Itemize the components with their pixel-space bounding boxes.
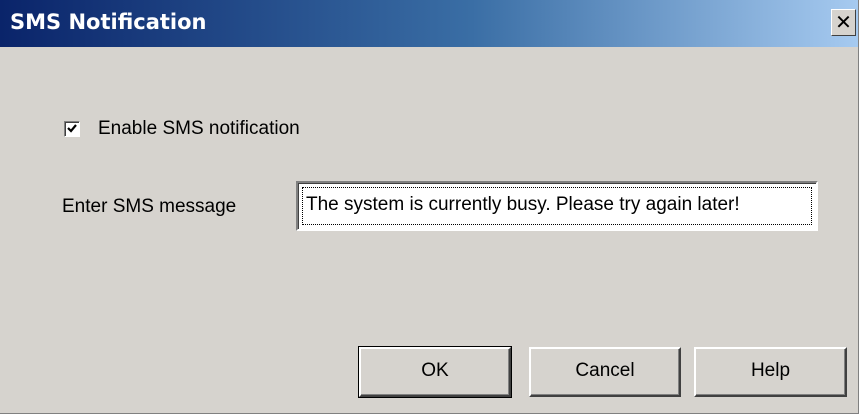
enable-sms-label: Enable SMS notification xyxy=(98,118,300,139)
cancel-button[interactable]: Cancel xyxy=(529,347,681,397)
title-bar[interactable]: SMS Notification ✕ xyxy=(0,0,858,47)
window-title: SMS Notification xyxy=(10,10,207,34)
close-icon: ✕ xyxy=(835,10,852,34)
close-button[interactable]: ✕ xyxy=(831,9,856,36)
sms-notification-dialog: SMS Notification ✕ Enable SMS notificati… xyxy=(0,0,859,414)
checkmark-icon xyxy=(67,124,77,133)
help-button[interactable]: Help xyxy=(694,347,847,397)
sms-message-input[interactable]: The system is currently busy. Please try… xyxy=(296,181,818,231)
ok-button[interactable]: OK xyxy=(358,346,512,398)
sms-message-label: Enter SMS message xyxy=(62,196,237,217)
enable-sms-checkbox[interactable] xyxy=(64,121,80,137)
enable-sms-row[interactable]: Enable SMS notification xyxy=(64,116,300,142)
